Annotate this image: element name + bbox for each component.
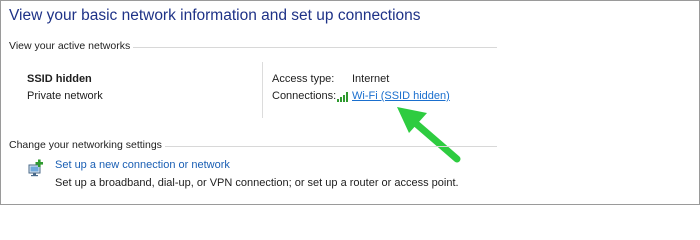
- network-sharing-center-panel: [0, 0, 700, 205]
- network-type: Private network: [27, 90, 103, 102]
- column-divider: [262, 62, 263, 118]
- network-setup-icon: [28, 159, 43, 177]
- wifi-connection-link[interactable]: Wi-Fi (SSID hidden): [352, 90, 450, 102]
- green-arrow-annotation: [397, 107, 461, 163]
- page-title: View your basic network information and …: [9, 7, 421, 24]
- section-divider: [133, 47, 497, 48]
- wifi-signal-icon: [337, 92, 348, 102]
- active-networks-heading: View your active networks: [9, 40, 131, 52]
- networking-settings-heading: Change your networking settings: [9, 139, 162, 151]
- connections-label: Connections:: [272, 90, 337, 102]
- access-type-label: Access type:: [272, 73, 335, 85]
- network-name: SSID hidden: [27, 73, 92, 85]
- setup-connection-description: Set up a broadband, dial-up, or VPN conn…: [55, 177, 459, 189]
- section-divider: [165, 146, 497, 147]
- access-type-value: Internet: [352, 73, 390, 85]
- setup-new-connection-link[interactable]: Set up a new connection or network: [55, 159, 230, 171]
